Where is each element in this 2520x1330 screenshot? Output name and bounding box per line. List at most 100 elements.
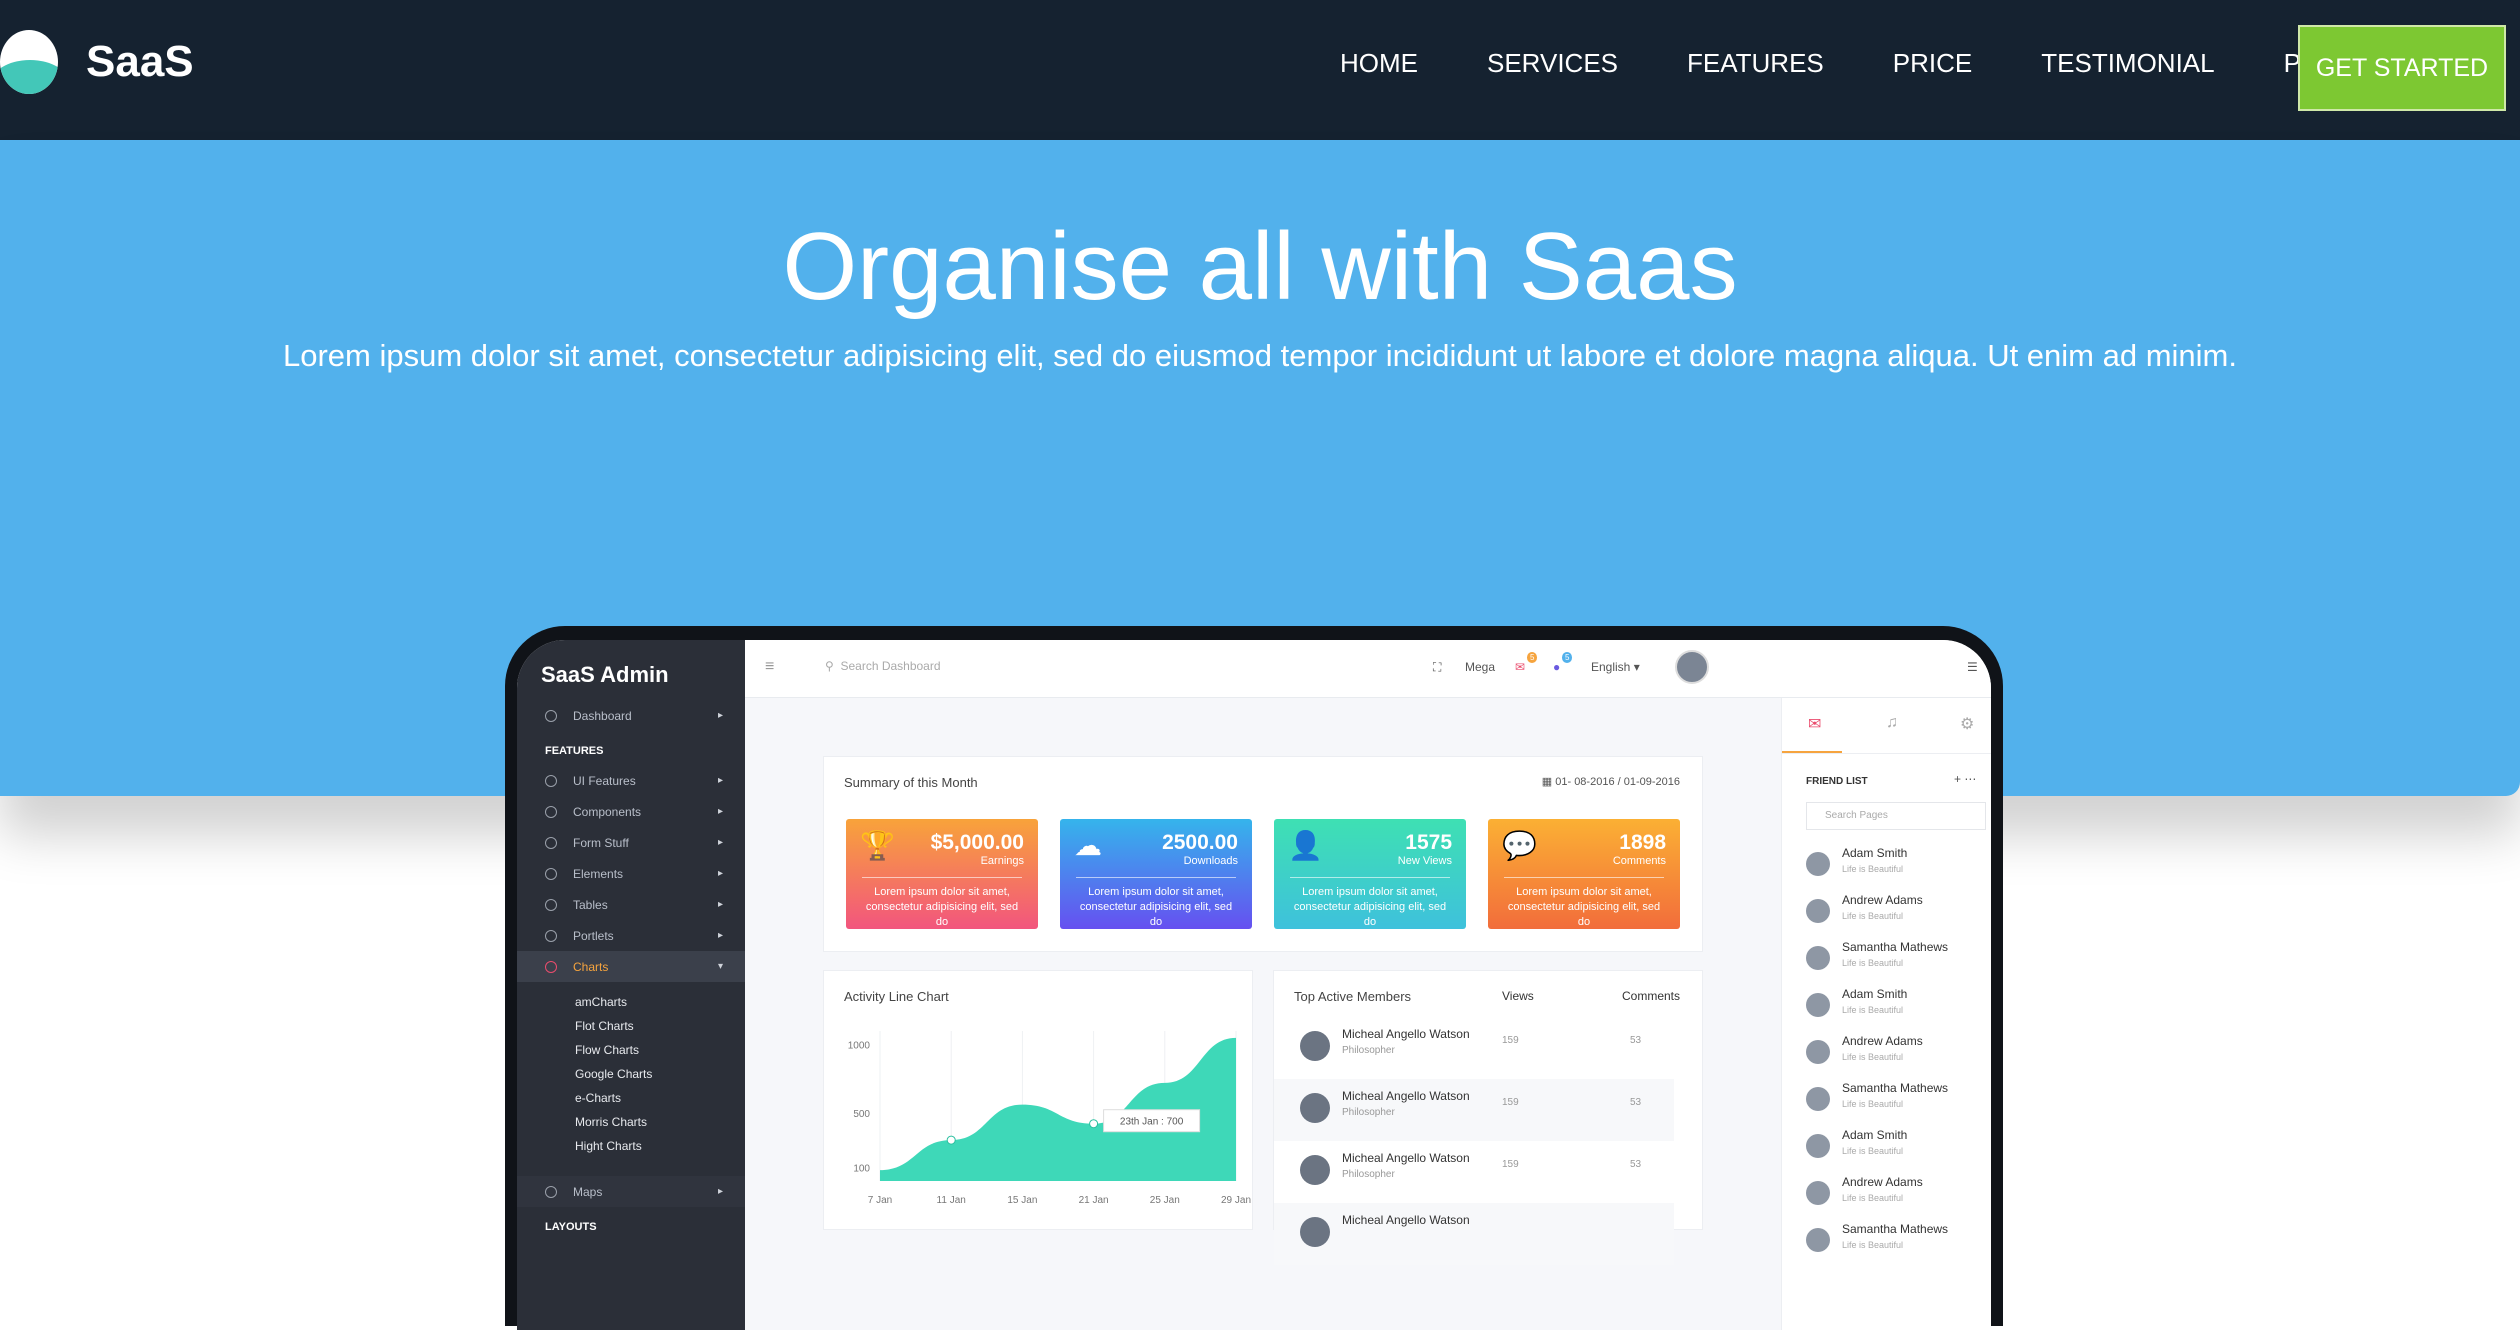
submenu-item[interactable]: Morris Charts [517, 1110, 745, 1134]
search-placeholder: Search Pages [1825, 810, 1888, 821]
top-members-card: Top Active Members Views Comments Michea… [1273, 970, 1703, 1265]
hero-subtitle: Lorem ipsum dolor sit amet, consectetur … [283, 338, 2237, 373]
sidebar-item-components[interactable]: Components ▸ [517, 796, 745, 827]
friend-item[interactable]: Samantha Mathews Life is Beautiful [1806, 1081, 1976, 1121]
language-select[interactable]: English ▾ [1591, 660, 1640, 674]
calendar-icon: ▦ [1541, 776, 1553, 788]
gear-tab-icon[interactable]: ⚙ [1960, 714, 1974, 734]
submenu-item[interactable]: Flow Charts [517, 1038, 745, 1062]
table-row[interactable]: Micheal Angello Watson [1274, 1203, 1674, 1265]
dashboard-sidebar: SaaS Admin Dashboard ▸ FEATURES UI Featur… [517, 640, 745, 1330]
col-views: Views [1502, 989, 1534, 1003]
stat-desc: Lorem ipsum dolor sit amet, consectetur … [1293, 886, 1447, 928]
stat-value: 1575 [1405, 831, 1452, 854]
add-friend-icon[interactable]: + ⋯ [1954, 772, 1976, 786]
stat-card-views: 👤 1575 New Views Lorem ipsum dolor sit a… [1274, 819, 1466, 929]
friend-status: Life is Beautiful [1842, 1146, 1904, 1156]
sidebar-item-label: Tables [573, 897, 608, 912]
sidebar-item-form-stuff[interactable]: Form Stuff ▸ [517, 827, 745, 858]
notification-icon[interactable]: ● [1553, 660, 1560, 674]
x-tick-label: 15 Jan [1007, 1195, 1037, 1206]
friend-item[interactable]: Andrew Adams Life is Beautiful [1806, 893, 1976, 933]
bar-chart-icon [545, 960, 557, 973]
bell-tab-icon[interactable]: ♫ [1886, 714, 1898, 732]
friend-item[interactable]: Samantha Mathews Life is Beautiful [1806, 1222, 1976, 1262]
get-started-button[interactable]: GET STARTED [2298, 25, 2506, 111]
stat-label: Earnings [980, 855, 1024, 867]
charts-submenu: amCharts Flot Charts Flow Charts Google … [517, 982, 745, 1158]
sidebar-item-charts[interactable]: Charts ▾ [517, 951, 745, 982]
avatar [1806, 993, 1830, 1017]
friend-item[interactable]: Andrew Adams Life is Beautiful [1806, 1034, 1976, 1074]
trophy-icon: 🏆 [860, 830, 895, 861]
stat-desc: Lorem ipsum dolor sit amet, consectetur … [865, 886, 1019, 928]
friend-search-input[interactable]: Search Pages [1806, 802, 1986, 830]
friend-status: Life is Beautiful [1842, 1005, 1904, 1015]
data-point[interactable] [1089, 1119, 1099, 1129]
avatar [1300, 1155, 1330, 1185]
friend-name: Andrew Adams [1842, 893, 1923, 907]
member-name: Micheal Angello Watson [1342, 1213, 1470, 1227]
friend-name: Samantha Mathews [1842, 940, 1949, 954]
settings-icon[interactable]: ☰ [1967, 660, 1978, 674]
activity-line-chart: 7 Jan 11 Jan 15 Jan 21 Jan 25 Jan 29 Jan 1000 5… [848, 1031, 1251, 1206]
stat-divider [1290, 877, 1450, 878]
logo[interactable]: SaaS [0, 30, 194, 94]
submenu-item[interactable]: Google Charts [517, 1062, 745, 1086]
chat-tab-icon[interactable]: ✉ [1808, 714, 1821, 734]
bulb-icon [545, 867, 557, 880]
friend-name: Adam Smith [1842, 987, 1908, 1001]
avatar [1806, 1040, 1830, 1064]
stat-divider [1504, 877, 1664, 878]
avatar [1806, 1181, 1830, 1205]
mega-menu[interactable]: Mega [1465, 660, 1495, 674]
submenu-item[interactable]: amCharts [517, 990, 745, 1014]
dashboard-search[interactable]: ⚲ Search Dashboard [825, 659, 941, 673]
sidebar-item-portlets[interactable]: Portlets ▸ [517, 920, 745, 951]
nav-home[interactable]: HOME [1340, 48, 1418, 79]
mail-icon[interactable]: ✉ [1515, 660, 1525, 674]
submenu-item[interactable]: Hight Charts [517, 1134, 745, 1158]
table-row[interactable]: Micheal Angello Watson Philosopher 159 53 [1274, 1141, 1674, 1203]
nav-links: HOME SERVICES FEATURES PRICE TESTIMONIAL… [1340, 48, 2440, 79]
nav-testimonial[interactable]: TESTIMONIAL [2041, 48, 2214, 79]
active-tab-indicator [1782, 751, 1842, 753]
members-title: Top Active Members [1294, 989, 1412, 1004]
folder-icon [545, 929, 557, 942]
table-row[interactable]: Micheal Angello Watson Philosopher 159 53 [1274, 1079, 1674, 1141]
menu-icon[interactable]: ≡ [765, 658, 774, 676]
sidebar-item-maps[interactable]: Maps ▸ [517, 1176, 745, 1207]
sidebar-item-ui-features[interactable]: UI Features ▸ [517, 765, 745, 796]
nav-price[interactable]: PRICE [1893, 48, 1972, 79]
submenu-item[interactable]: e-Charts [517, 1086, 745, 1110]
sidebar-item-dashboard[interactable]: Dashboard ▸ [517, 700, 745, 731]
sidebar-item-tables[interactable]: Tables ▸ [517, 889, 745, 920]
member-comments: 53 [1630, 1159, 1642, 1170]
fullscreen-icon[interactable]: ⛶ [1433, 660, 1441, 675]
friend-item[interactable]: Samantha Mathews Life is Beautiful [1806, 940, 1976, 980]
friend-name: Adam Smith [1842, 1128, 1908, 1142]
friend-item[interactable]: Adam Smith Life is Beautiful [1806, 846, 1976, 886]
stat-desc: Lorem ipsum dolor sit amet, consectetur … [1507, 886, 1661, 928]
friend-item[interactable]: Adam Smith Life is Beautiful [1806, 1128, 1976, 1168]
submenu-item[interactable]: Flot Charts [517, 1014, 745, 1038]
friend-item[interactable]: Andrew Adams Life is Beautiful [1806, 1175, 1976, 1215]
chevron-right-icon: ▸ [717, 868, 723, 879]
friend-panel: ✉ ♫ ⚙ FRIEND LIST + ⋯ Search Pages Adam … [1781, 698, 1991, 1330]
stat-value: 1898 [1619, 831, 1666, 854]
nav-services[interactable]: SERVICES [1487, 48, 1618, 79]
x-tick-label: 7 Jan [868, 1195, 892, 1206]
friend-item[interactable]: Adam Smith Life is Beautiful [1806, 987, 1976, 1027]
nav-features[interactable]: FEATURES [1687, 48, 1824, 79]
sidebar-item-label: Portlets [573, 928, 614, 943]
data-point[interactable] [946, 1135, 956, 1145]
summary-dates[interactable]: ▦ 01- 08-2016 / 01-09-2016 [1542, 775, 1680, 788]
sidebar-item-elements[interactable]: Elements ▸ [517, 858, 745, 889]
member-comments: 53 [1630, 1035, 1642, 1046]
member-role: Philosopher [1342, 1169, 1395, 1180]
chevron-right-icon: ▸ [717, 806, 723, 817]
avatar[interactable] [1675, 650, 1709, 684]
stat-card-downloads: ☁ 2500.00 Downloads Lorem ipsum dolor si… [1060, 819, 1252, 929]
table-row[interactable]: Micheal Angello Watson Philosopher 159 53 [1274, 1017, 1674, 1079]
stat-desc: Lorem ipsum dolor sit amet, consectetur … [1079, 886, 1233, 928]
